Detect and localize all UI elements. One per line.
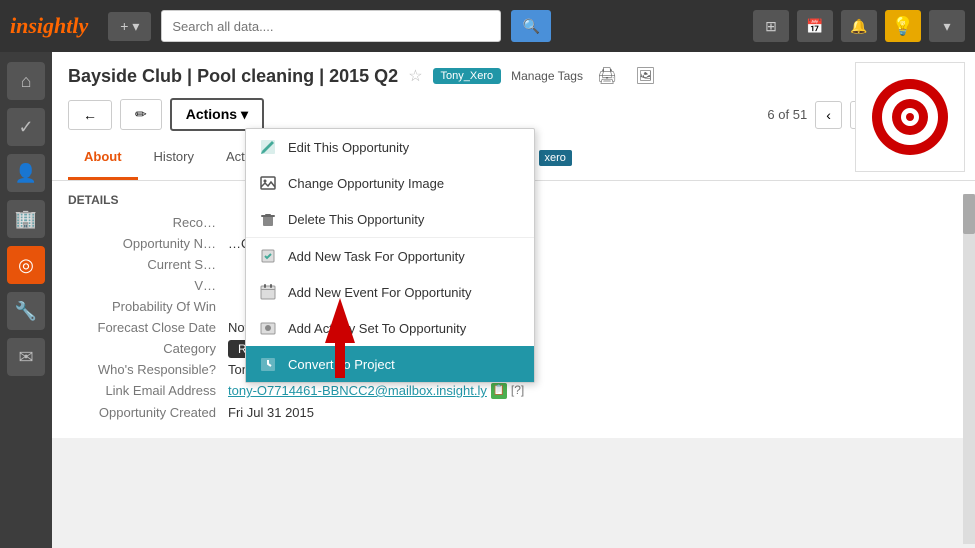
actions-button[interactable]: Actions ▾	[170, 98, 264, 131]
menu-label-image: Change Opportunity Image	[288, 176, 444, 191]
back-button[interactable]: ←	[68, 100, 112, 130]
image-button[interactable]: 🖼	[631, 64, 659, 88]
detail-label-status: Current S…	[68, 257, 228, 272]
edit-button[interactable]: ✏	[120, 99, 162, 130]
search-button[interactable]: 🔍	[511, 10, 551, 42]
bell-icon-btn[interactable]: 🔔	[841, 10, 877, 42]
detail-label-close: Forecast Close Date	[68, 320, 228, 335]
calendar-icon-btn[interactable]: 📅	[797, 10, 833, 42]
user-button[interactable]: 💡	[885, 10, 921, 42]
detail-value-email[interactable]: tony-O7714461-BBNCC2@mailbox.insight.ly	[228, 383, 487, 399]
actions-label: Actions ▾	[186, 106, 248, 123]
event-menu-icon	[258, 282, 278, 302]
sidebar-item-contacts[interactable]: 👤	[7, 154, 45, 192]
sidebar-item-opportunities[interactable]: ◎	[7, 246, 45, 284]
detail-label-record: Reco…	[68, 215, 228, 230]
nav-icons: ⊞ 📅 🔔 💡 ▾	[753, 10, 965, 42]
detail-label-email: Link Email Address	[68, 383, 228, 399]
page-title-row: Bayside Club | Pool cleaning | 2015 Q2 ☆…	[68, 64, 959, 88]
sidebar: ⌂ ✓ 👤 🏢 ◎ 🔧 ✉	[0, 52, 52, 548]
dropdown-menu: Edit This Opportunity Change Opportunity…	[245, 128, 535, 383]
page-title: Bayside Club | Pool cleaning | 2015 Q2	[68, 66, 398, 87]
add-button[interactable]: + ▾	[108, 12, 151, 41]
detail-label-category: Category	[68, 341, 228, 356]
menu-item-delete[interactable]: Delete This Opportunity	[246, 201, 534, 237]
star-icon[interactable]: ☆	[408, 66, 422, 86]
detail-row-created: Opportunity Created Fri Jul 31 2015	[68, 405, 959, 420]
detail-value-created: Fri Jul 31 2015	[228, 405, 314, 420]
xero-text-badge: xero	[539, 150, 572, 166]
user-dropdown-btn[interactable]: ▾	[929, 10, 965, 42]
menu-label-edit: Edit This Opportunity	[288, 140, 409, 155]
prev-page-button[interactable]: ‹	[815, 101, 842, 129]
sidebar-item-email[interactable]: ✉	[7, 338, 45, 376]
menu-label-add-activity: Add Activity Set To Opportunity	[288, 321, 466, 336]
logo: insightly	[10, 13, 88, 39]
activity-menu-icon	[258, 318, 278, 338]
detail-label-oppname: Opportunity N…	[68, 236, 228, 251]
image-menu-icon	[258, 173, 278, 193]
menu-item-add-task[interactable]: Add New Task For Opportunity	[246, 238, 534, 274]
sidebar-item-home[interactable]: ⌂	[7, 62, 45, 100]
pagination-info: 6 of 51	[767, 107, 807, 122]
sidebar-item-projects[interactable]: 🔧	[7, 292, 45, 330]
print-button[interactable]: 🖨	[593, 64, 621, 88]
convert-menu-icon	[258, 354, 278, 374]
task-menu-icon	[258, 246, 278, 266]
sidebar-item-organizations[interactable]: 🏢	[7, 200, 45, 238]
menu-item-edit[interactable]: Edit This Opportunity	[246, 129, 534, 165]
detail-label-value: V…	[68, 278, 228, 293]
menu-label-convert: Convert To Project	[288, 357, 395, 372]
scrollbar-thumb[interactable]	[963, 194, 975, 234]
menu-label-add-event: Add New Event For Opportunity	[288, 285, 472, 300]
tab-history[interactable]: History	[138, 141, 210, 180]
grid-icon-btn[interactable]: ⊞	[753, 10, 789, 42]
menu-item-convert[interactable]: Convert To Project	[246, 346, 534, 382]
menu-label-add-task: Add New Task For Opportunity	[288, 249, 465, 264]
scrollbar-track[interactable]	[963, 194, 975, 544]
menu-item-add-activity[interactable]: Add Activity Set To Opportunity	[246, 310, 534, 346]
tab-about[interactable]: About	[68, 141, 138, 180]
search-input[interactable]	[161, 10, 501, 42]
menu-label-delete: Delete This Opportunity	[288, 212, 424, 227]
target-svg	[870, 77, 950, 157]
delete-menu-icon	[258, 209, 278, 229]
edit-menu-icon	[258, 137, 278, 157]
menu-item-image[interactable]: Change Opportunity Image	[246, 165, 534, 201]
opportunity-image	[855, 62, 965, 172]
xero-badge[interactable]: Tony_Xero	[433, 68, 502, 84]
email-copy-icon[interactable]: 📋	[491, 383, 507, 399]
header-actions-row: ← ✏ Actions ▾ 6 of 51 ‹ › Follow	[68, 98, 959, 131]
detail-label-responsible: Who's Responsible?	[68, 362, 228, 377]
help-icon[interactable]: [?]	[511, 383, 524, 399]
detail-label-created: Opportunity Created	[68, 405, 228, 420]
sidebar-item-tasks[interactable]: ✓	[7, 108, 45, 146]
navbar: insightly + ▾ 🔍 ⊞ 📅 🔔 💡 ▾	[0, 0, 975, 52]
detail-row-email: Link Email Address tony-O7714461-BBNCC2@…	[68, 383, 959, 399]
menu-item-add-event[interactable]: Add New Event For Opportunity	[246, 274, 534, 310]
detail-label-prob: Probability Of Win	[68, 299, 228, 314]
manage-tags[interactable]: Manage Tags	[511, 69, 583, 83]
